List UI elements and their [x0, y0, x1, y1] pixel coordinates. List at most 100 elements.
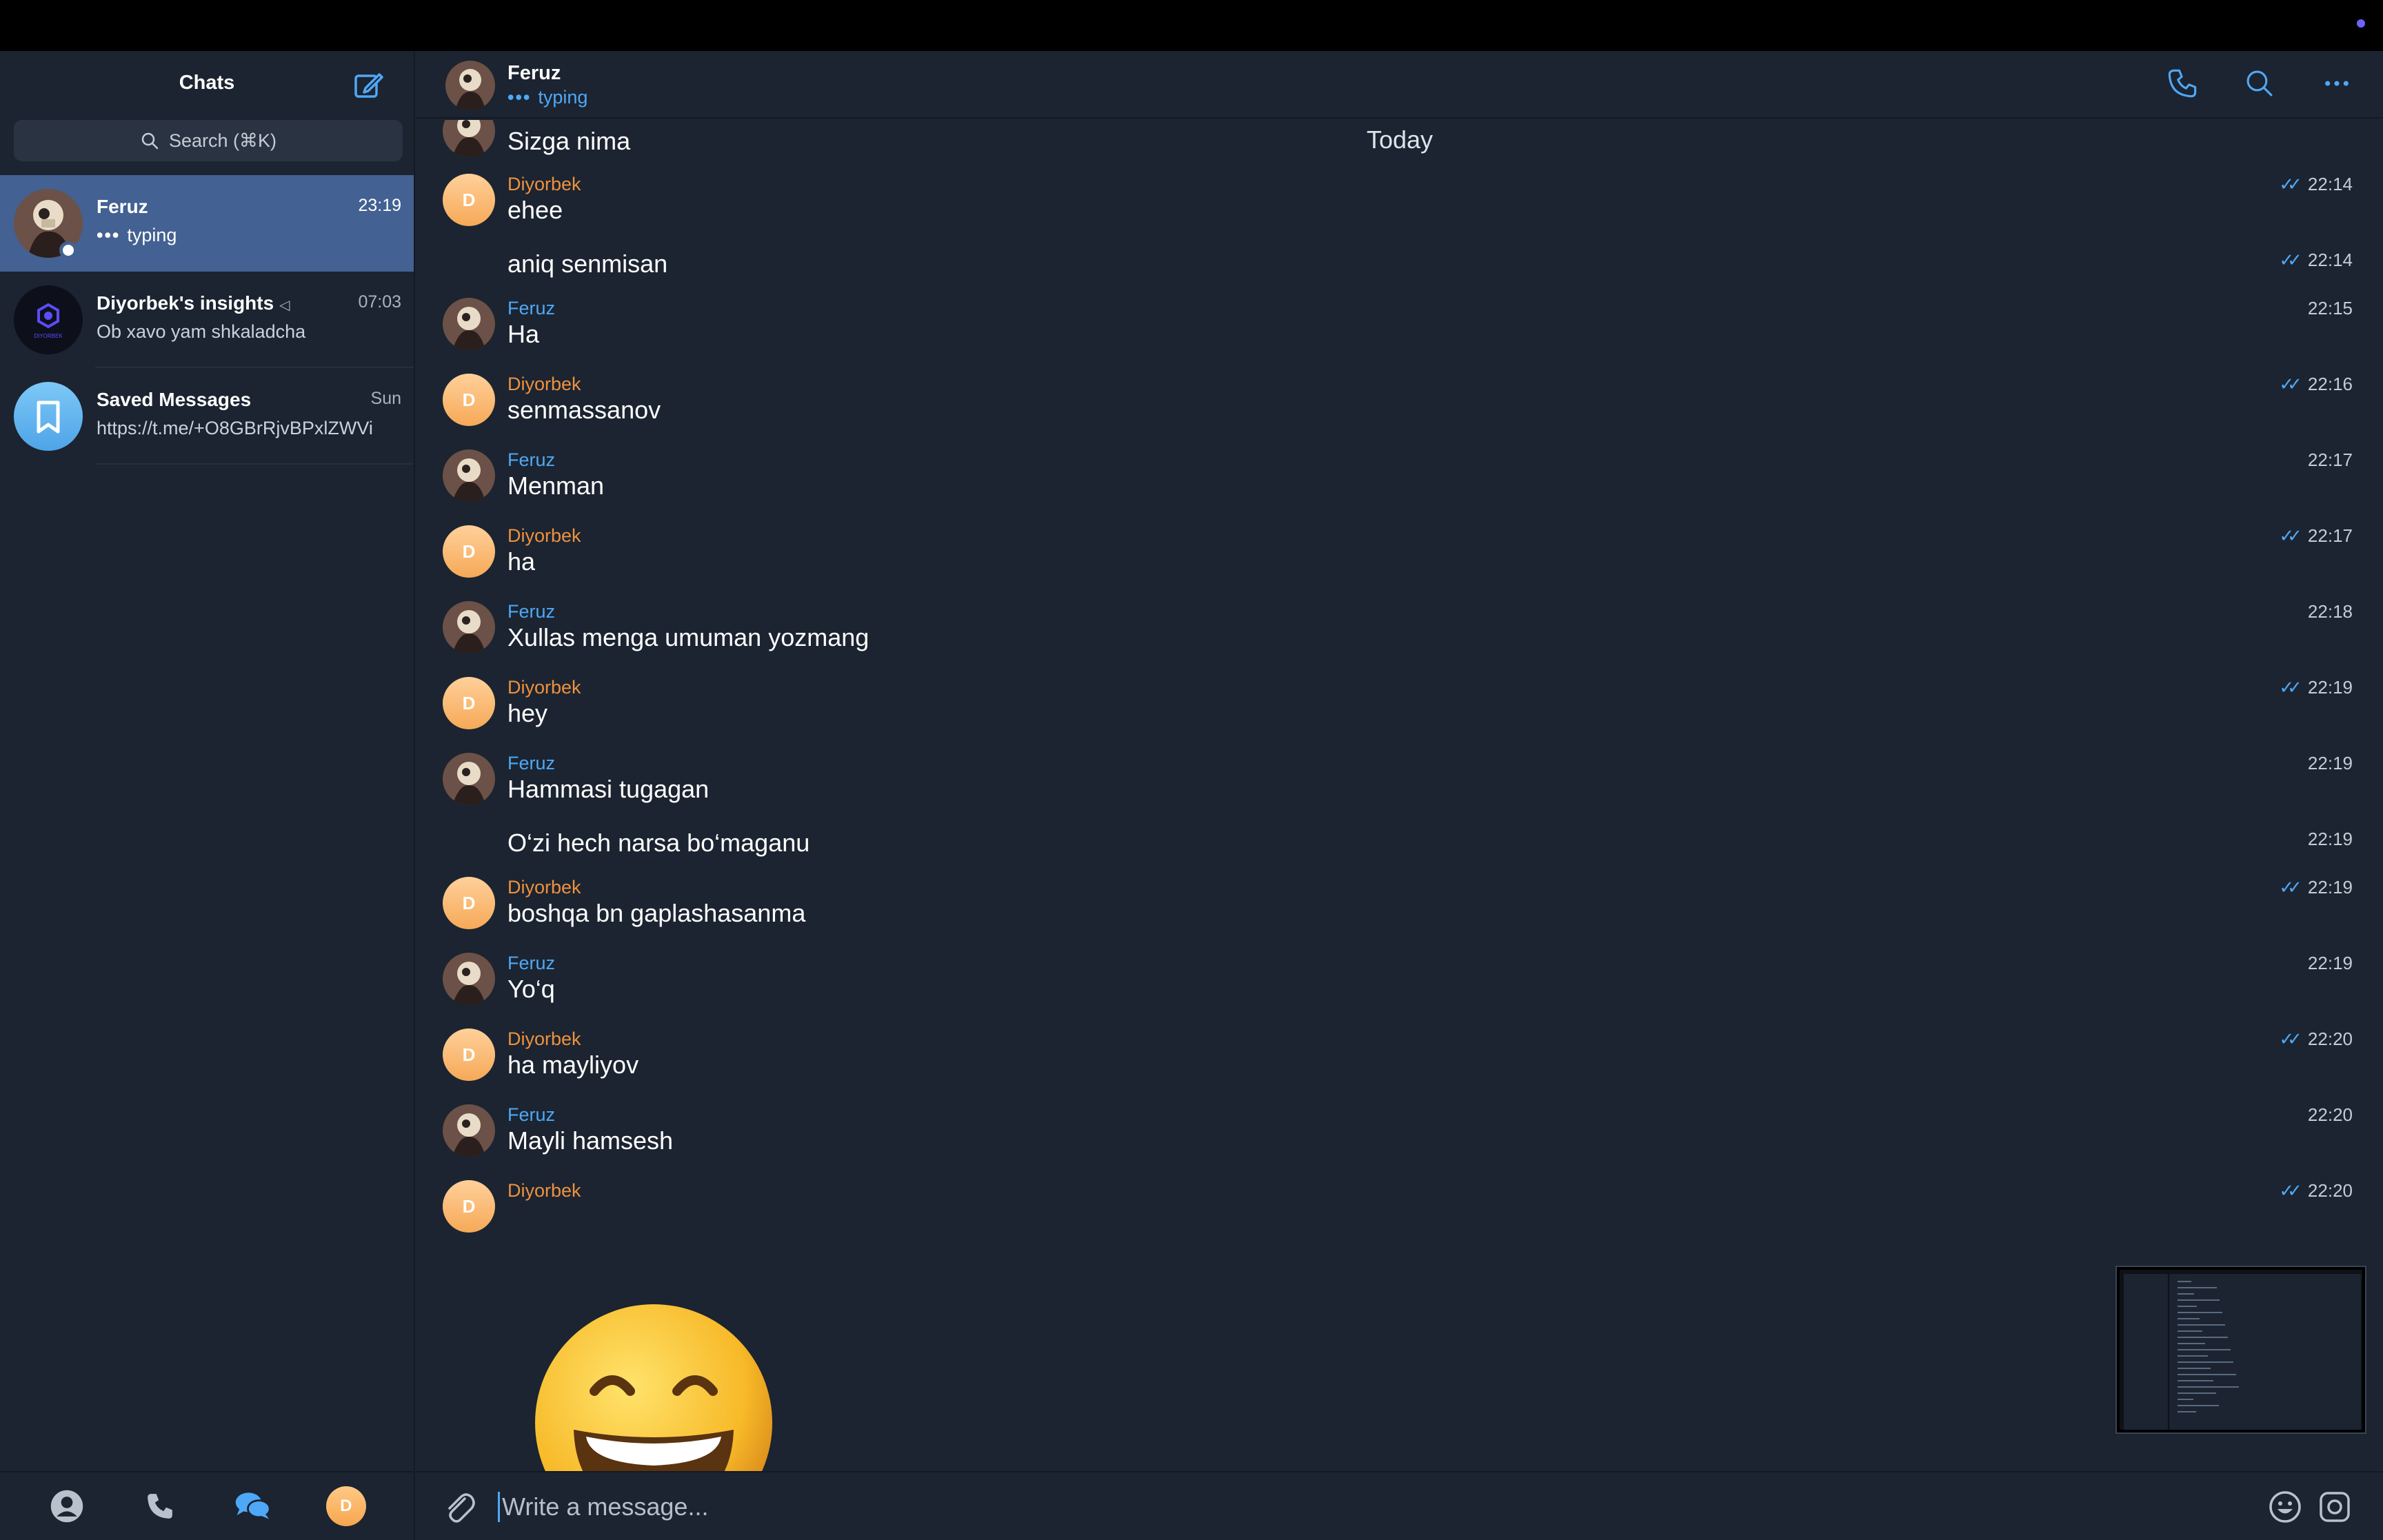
header-status: ••• typing: [507, 87, 587, 108]
message-sender: Feruz: [507, 298, 556, 318]
read-check-icon: ✓✓: [2279, 374, 2302, 394]
saved-messages-avatar: [14, 382, 83, 451]
thumbnail-row: [2178, 1349, 2231, 1350]
message-sender: Feruz: [507, 601, 556, 622]
message-sender: Feruz: [507, 953, 556, 973]
more-icon[interactable]: [2318, 65, 2355, 102]
search-icon[interactable]: [2241, 65, 2278, 102]
message-time: ✓✓ 22:16: [2279, 374, 2353, 395]
message-sender: Diyorbek: [507, 174, 581, 194]
thumbnail-row: [2178, 1355, 2208, 1357]
time-text: 22:19: [2307, 877, 2353, 898]
message-text: Xullas menga umuman yozmang: [507, 623, 869, 651]
thumbnail-row: [2178, 1287, 2217, 1288]
time-text: 22:20: [2307, 1029, 2353, 1049]
message-sender: Diyorbek: [507, 877, 581, 898]
thumbnail-row: [2178, 1399, 2193, 1400]
grinning-emoji-icon[interactable]: [531, 1300, 776, 1471]
header-actions: [2164, 65, 2355, 102]
message-text: ehee: [507, 196, 563, 224]
chats-tab-icon[interactable]: [233, 1487, 272, 1526]
avatar: [443, 449, 495, 502]
profile-avatar[interactable]: D: [325, 1486, 366, 1526]
calls-icon[interactable]: [141, 1487, 179, 1526]
message-time: ✓✓ 22:14: [2279, 174, 2353, 195]
thumbnail-row: [2178, 1293, 2194, 1295]
header-avatar[interactable]: [445, 61, 495, 110]
paperclip-icon[interactable]: [441, 1489, 477, 1525]
chat-item-diyorbeks-insights[interactable]: DIYORBEK Diyorbek's insights ◁ 07:03 Ob …: [0, 272, 414, 368]
avatar: [443, 298, 495, 350]
window-thumbnail[interactable]: [2115, 1266, 2366, 1434]
message-text: Menman: [507, 472, 605, 500]
thumbnail-row: [2178, 1411, 2196, 1412]
chat-item-saved-messages[interactable]: Saved Messages Sun https://t.me/+O8GBrRj…: [0, 368, 414, 465]
message-text: aniq senmisan: [507, 250, 668, 278]
time-text: 22:14: [2307, 250, 2353, 270]
phone-icon[interactable]: [2164, 65, 2201, 102]
emoji-icon[interactable]: [2267, 1489, 2303, 1525]
message-input[interactable]: [498, 1488, 2084, 1526]
chat-name: Diyorbek's insights ◁: [97, 292, 290, 314]
read-check-icon: ✓✓: [2279, 250, 2302, 270]
chat-list: Feruz 23:19 ••• typing DIYORBEK Diyorbek'…: [0, 175, 414, 465]
chat-sidebar: Chats Search (⌘K) Feruz 23:19 ••• typing …: [0, 51, 415, 1540]
time-text: 22:17: [2307, 525, 2353, 546]
message-sender: Diyorbek: [507, 1180, 581, 1201]
online-indicator: [59, 241, 77, 259]
divider: [95, 463, 414, 465]
chat-subtitle: https://t.me/+O8GBrRjvBPxlZWVi: [97, 418, 373, 438]
message-time: ✓✓ 22:17: [2279, 525, 2353, 547]
thumbnail-row: [2178, 1361, 2233, 1363]
typing-label: typing: [127, 225, 177, 245]
message-time: ✓✓ 22:19: [2279, 677, 2353, 698]
message-sender: Feruz: [507, 449, 556, 470]
search-input[interactable]: Search (⌘K): [14, 120, 403, 161]
sidebar-header: Chats: [0, 51, 414, 119]
message-sender: Diyorbek: [507, 525, 581, 546]
message-text: ha mayliyov: [507, 1051, 639, 1079]
message-sender: Diyorbek: [507, 677, 581, 698]
message-sender: Diyorbek: [507, 374, 581, 394]
message-text: senmassanov: [507, 396, 661, 424]
thumbnail-row: [2178, 1318, 2200, 1319]
date-separator: Today: [1366, 125, 1434, 154]
contacts-icon[interactable]: [48, 1487, 86, 1526]
read-check-icon: ✓✓: [2279, 525, 2302, 546]
header-name[interactable]: Feruz: [507, 62, 561, 85]
avatar: [443, 953, 495, 1005]
chat-item-feruz[interactable]: Feruz 23:19 ••• typing: [0, 175, 414, 272]
message-text: Mayli hamsesh: [507, 1126, 674, 1155]
chat-time: 23:19: [358, 196, 401, 215]
message-time: 22:18: [2307, 601, 2353, 622]
avatar: D: [443, 374, 495, 426]
message-list: Today Sizga nima D Diyorbek ehee ✓✓ 22:14…: [416, 120, 2383, 1471]
avatar: D: [443, 677, 495, 729]
thumbnail-row: [2178, 1405, 2219, 1406]
channel-logo-text: DIYORBEK: [34, 333, 63, 339]
thumbnail-row: [2178, 1374, 2236, 1375]
message-text: boshqa bn gaplashasanma: [507, 899, 806, 927]
message-time: 22:19: [2307, 753, 2353, 773]
thumbnail-row: [2178, 1368, 2211, 1369]
read-check-icon: ✓✓: [2279, 677, 2302, 698]
thumbnail-row: [2178, 1343, 2205, 1344]
message-time: 22:20: [2307, 1104, 2353, 1125]
thumbnail-row: [2178, 1299, 2220, 1301]
typing-dots: •••: [97, 225, 121, 245]
avatar: D: [443, 1180, 495, 1233]
message-time: ✓✓ 22:14: [2279, 250, 2353, 271]
thumbnail-main: [2169, 1274, 2361, 1430]
compose-icon[interactable]: [352, 69, 385, 102]
chat-name: Saved Messages: [97, 389, 252, 410]
system-top-bar: [0, 0, 2383, 51]
message-sender: Feruz: [507, 1104, 556, 1125]
typing-label: typing: [538, 87, 588, 108]
avatar: D: [443, 174, 495, 226]
sticker-icon[interactable]: [2317, 1489, 2353, 1525]
thumbnail-row: [2178, 1392, 2216, 1394]
chat-main: Feruz ••• typing Today Sizga nima D Diyor…: [416, 51, 2383, 1540]
bottom-tab-bar: D: [0, 1471, 414, 1540]
message-time: ✓✓ 22:20: [2279, 1029, 2353, 1050]
time-text: 22:16: [2307, 374, 2353, 394]
